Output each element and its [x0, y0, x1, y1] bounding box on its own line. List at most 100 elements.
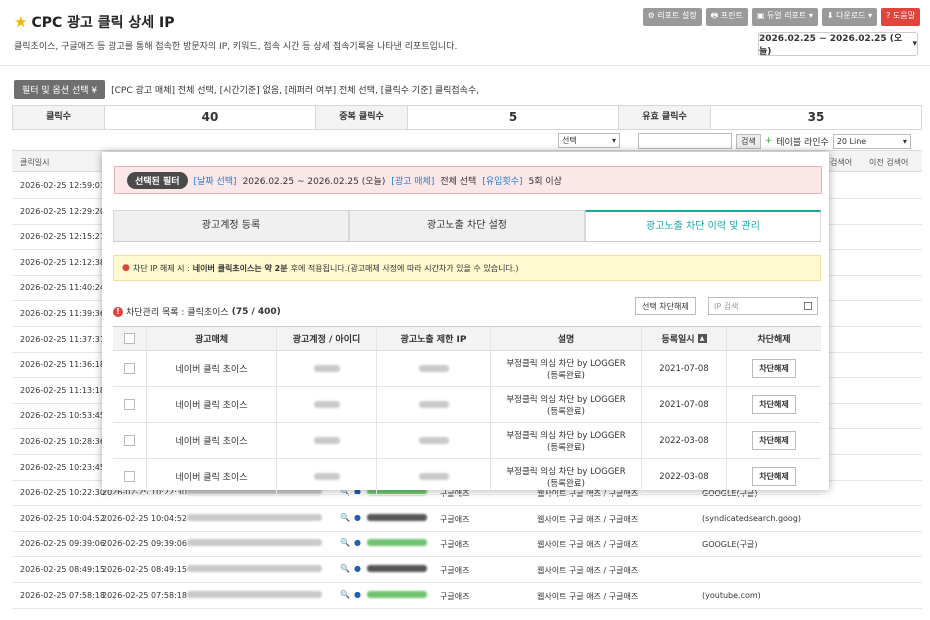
blurred-value — [187, 590, 322, 598]
sort-up-icon[interactable]: ▲ — [697, 334, 707, 343]
row-checkbox[interactable] — [124, 471, 135, 482]
blurred-value — [187, 513, 322, 521]
block-table-row: 네이버 클릭 초이스 부정클릭 의심 차단 by LOGGER (등록완료) 20… — [113, 459, 821, 495]
tab-ad-account[interactable]: 광고계정 등록 — [113, 210, 349, 241]
click-time: 2026-02-25 12:29:20 — [20, 206, 105, 216]
blurred-keyword — [367, 539, 427, 547]
blurred-ip — [418, 401, 449, 408]
select-all-checkbox[interactable] — [124, 333, 135, 344]
filter-summary: [CPC 광고 매체] 전체 선택, [시간기준] 없음, [레퍼러 여부] 전… — [111, 86, 480, 96]
search-icon[interactable]: 🔍 — [340, 538, 350, 547]
col-unblock: 차단해제 — [757, 335, 791, 345]
search-button[interactable]: 검색 — [736, 133, 761, 149]
table-row[interactable]: 2026-02-25 10:04:52 2026-02-25 10:04:52 🔍 ●… — [12, 506, 922, 532]
search-icon[interactable]: 🔍 — [340, 564, 350, 573]
click-time: 2026-02-25 10:53:45 — [20, 411, 105, 421]
chevron-down-icon: ▾ — [912, 39, 917, 49]
unblock-button[interactable]: 차단해제 — [752, 467, 796, 486]
add-icon[interactable]: + — [765, 136, 773, 146]
warning-notice: ● 차단 IP 해제 시 : 네이버 클릭초이스는 약 2분 후에 적용됩니다.… — [113, 255, 821, 281]
lines-select[interactable]: 20 Line ▾ — [832, 133, 911, 149]
table-row[interactable]: 2026-02-25 08:49:15 2026-02-25 08:49:15 🔍 ●… — [12, 557, 922, 583]
unblock-button[interactable]: 차단해제 — [752, 431, 796, 450]
download-button[interactable]: ⬇ 다운로드 ▾ — [821, 8, 878, 26]
selected-filter-label: 선택된 필터 — [127, 171, 188, 189]
user-icon: ● — [354, 538, 361, 548]
search-icon[interactable]: 🔍 — [340, 513, 350, 522]
page-header: ★ CPC 광고 클릭 상세 IP 클릭초이스, 구글애즈 등 광고를 통해 접속… — [0, 0, 930, 66]
user-icon: ● — [354, 512, 361, 522]
col-media: 광고매체 — [147, 327, 277, 350]
click-time: 2026-02-25 12:12:38 — [20, 257, 105, 267]
tab-block-history[interactable]: 광고노출 차단 이력 및 관리 — [585, 210, 821, 241]
col-ip: 광고노출 제한 IP — [377, 327, 491, 350]
stat-label: 중복 클릭수 — [316, 106, 408, 129]
unblock-button[interactable]: 차단해제 — [752, 359, 796, 378]
checkbox[interactable] — [804, 302, 812, 310]
print-button[interactable]: 🖶 프린트 — [705, 8, 748, 26]
blurred-keyword — [367, 590, 427, 598]
search-icon[interactable]: 🔍 — [340, 590, 350, 599]
media-name: 구글애즈 — [440, 514, 470, 524]
help-button[interactable]: ? 도움말 — [881, 8, 920, 26]
block-table-row: 네이버 클릭 초이스 부정클릭 의심 차단 by LOGGER (등록완료) 20… — [113, 423, 821, 459]
blurred-account — [313, 401, 340, 408]
ip-search-input[interactable]: IP 검색 — [708, 297, 818, 315]
block-table-row: 네이버 클릭 초이스 부정클릭 의심 차단 by LOGGER (등록완료) 20… — [113, 387, 821, 423]
user-icon: ● — [354, 589, 361, 599]
click-time: 2026-02-25 11:40:24 — [20, 283, 105, 293]
chevron-down-icon: ▾ — [611, 136, 616, 145]
toolbar: ⚙ 리포트 설정 🖶 프린트 ▣ 듀얼 리포트 ▾ ⬇ 다운로드 ▾ ? 도움말 — [642, 8, 920, 26]
referrer: GOOGLE(구글) — [702, 540, 758, 550]
stat-value: 40 — [105, 106, 316, 129]
block-table: 광고매체 광고계정 / 아이디 광고노출 제한 IP 설명 등록일시 ▲ 차단해제… — [113, 326, 821, 495]
row-checkbox[interactable] — [124, 363, 135, 374]
date-cell: 2022-03-08 — [642, 459, 727, 494]
click-time: 2026-02-25 12:59:01 — [20, 181, 105, 190]
dual-report-button[interactable]: ▣ 듀얼 리포트 ▾ — [751, 8, 818, 26]
site-name: 웹사이트 구글 애즈 / 구글애즈 — [537, 591, 639, 601]
search-input[interactable] — [638, 133, 732, 149]
table-row[interactable]: 2026-02-25 07:58:18 2026-02-25 07:58:18 🔍 ●… — [12, 583, 922, 609]
blurred-ip — [418, 473, 449, 480]
click-time: 2026-02-25 11:37:31 — [20, 334, 105, 344]
visit-time: 2026-02-25 07:58:18 — [102, 590, 187, 600]
block-management-modal: 선택된 필터 [날짜 선택] 2026.02.25 ~ 2026.02.25 (오… — [102, 152, 829, 495]
date-range-select[interactable]: 2026.02.25 ~ 2026.02.25 (오늘) ▾ — [758, 32, 918, 57]
search-field-select[interactable]: 선택 ▾ — [558, 133, 620, 148]
selected-filter-bar: 선택된 필터 [날짜 선택] 2026.02.25 ~ 2026.02.25 (오… — [114, 166, 822, 194]
table-row[interactable]: 2026-02-25 09:39:06 2026-02-25 09:39:06 🔍 ●… — [12, 531, 922, 558]
blurred-value — [187, 539, 322, 547]
unblock-button[interactable]: 차단해제 — [752, 395, 796, 414]
tab-block-settings[interactable]: 광고노출 차단 설정 — [349, 210, 585, 241]
bullet-icon: ● — [122, 263, 130, 273]
date-cell: 2021-07-08 — [642, 351, 727, 386]
referrer: (syndicatedsearch.goog) — [702, 513, 802, 523]
blurred-keyword — [367, 513, 427, 521]
click-time: 2026-02-25 11:36:18 — [20, 360, 105, 370]
row-checkbox[interactable] — [124, 399, 135, 410]
click-time: 2026-02-25 12:15:27 — [20, 232, 105, 242]
media-cell: 네이버 클릭 초이스 — [147, 423, 277, 458]
unblock-selected-button[interactable]: 선택 차단해제 — [635, 297, 696, 315]
report-settings-button[interactable]: ⚙ 리포트 설정 — [642, 8, 702, 26]
stat-label: 유효 클릭수 — [619, 106, 711, 129]
click-time: 2026-02-25 11:13:18 — [20, 385, 105, 395]
blurred-account — [313, 365, 340, 372]
row-checkbox[interactable] — [124, 435, 135, 446]
blurred-account — [313, 437, 340, 444]
stat-value: 35 — [807, 110, 825, 124]
search-controls: 선택 ▾ — [558, 133, 620, 148]
stats-bar: 클릭수 40 중복 클릭수 5 유효 클릭수 35 — [12, 105, 922, 130]
col-date[interactable]: 등록일시 ▲ — [642, 327, 727, 350]
click-time: 2026-02-25 09:39:06 — [20, 539, 105, 549]
blurred-account — [313, 473, 340, 480]
blurred-ip — [418, 365, 449, 372]
blurred-keyword — [367, 565, 427, 572]
star-icon[interactable]: ★ — [14, 13, 27, 31]
click-time: 2026-02-25 10:28:36 — [20, 437, 105, 446]
desc-cell: 부정클릭 의심 차단 by LOGGER (등록완료) — [491, 459, 642, 494]
filter-options-button[interactable]: 필터 및 옵션 선택 ¥ — [14, 80, 106, 99]
click-time: 2026-02-25 11:39:36 — [20, 309, 105, 318]
stat-label: 클릭수 — [13, 106, 105, 129]
